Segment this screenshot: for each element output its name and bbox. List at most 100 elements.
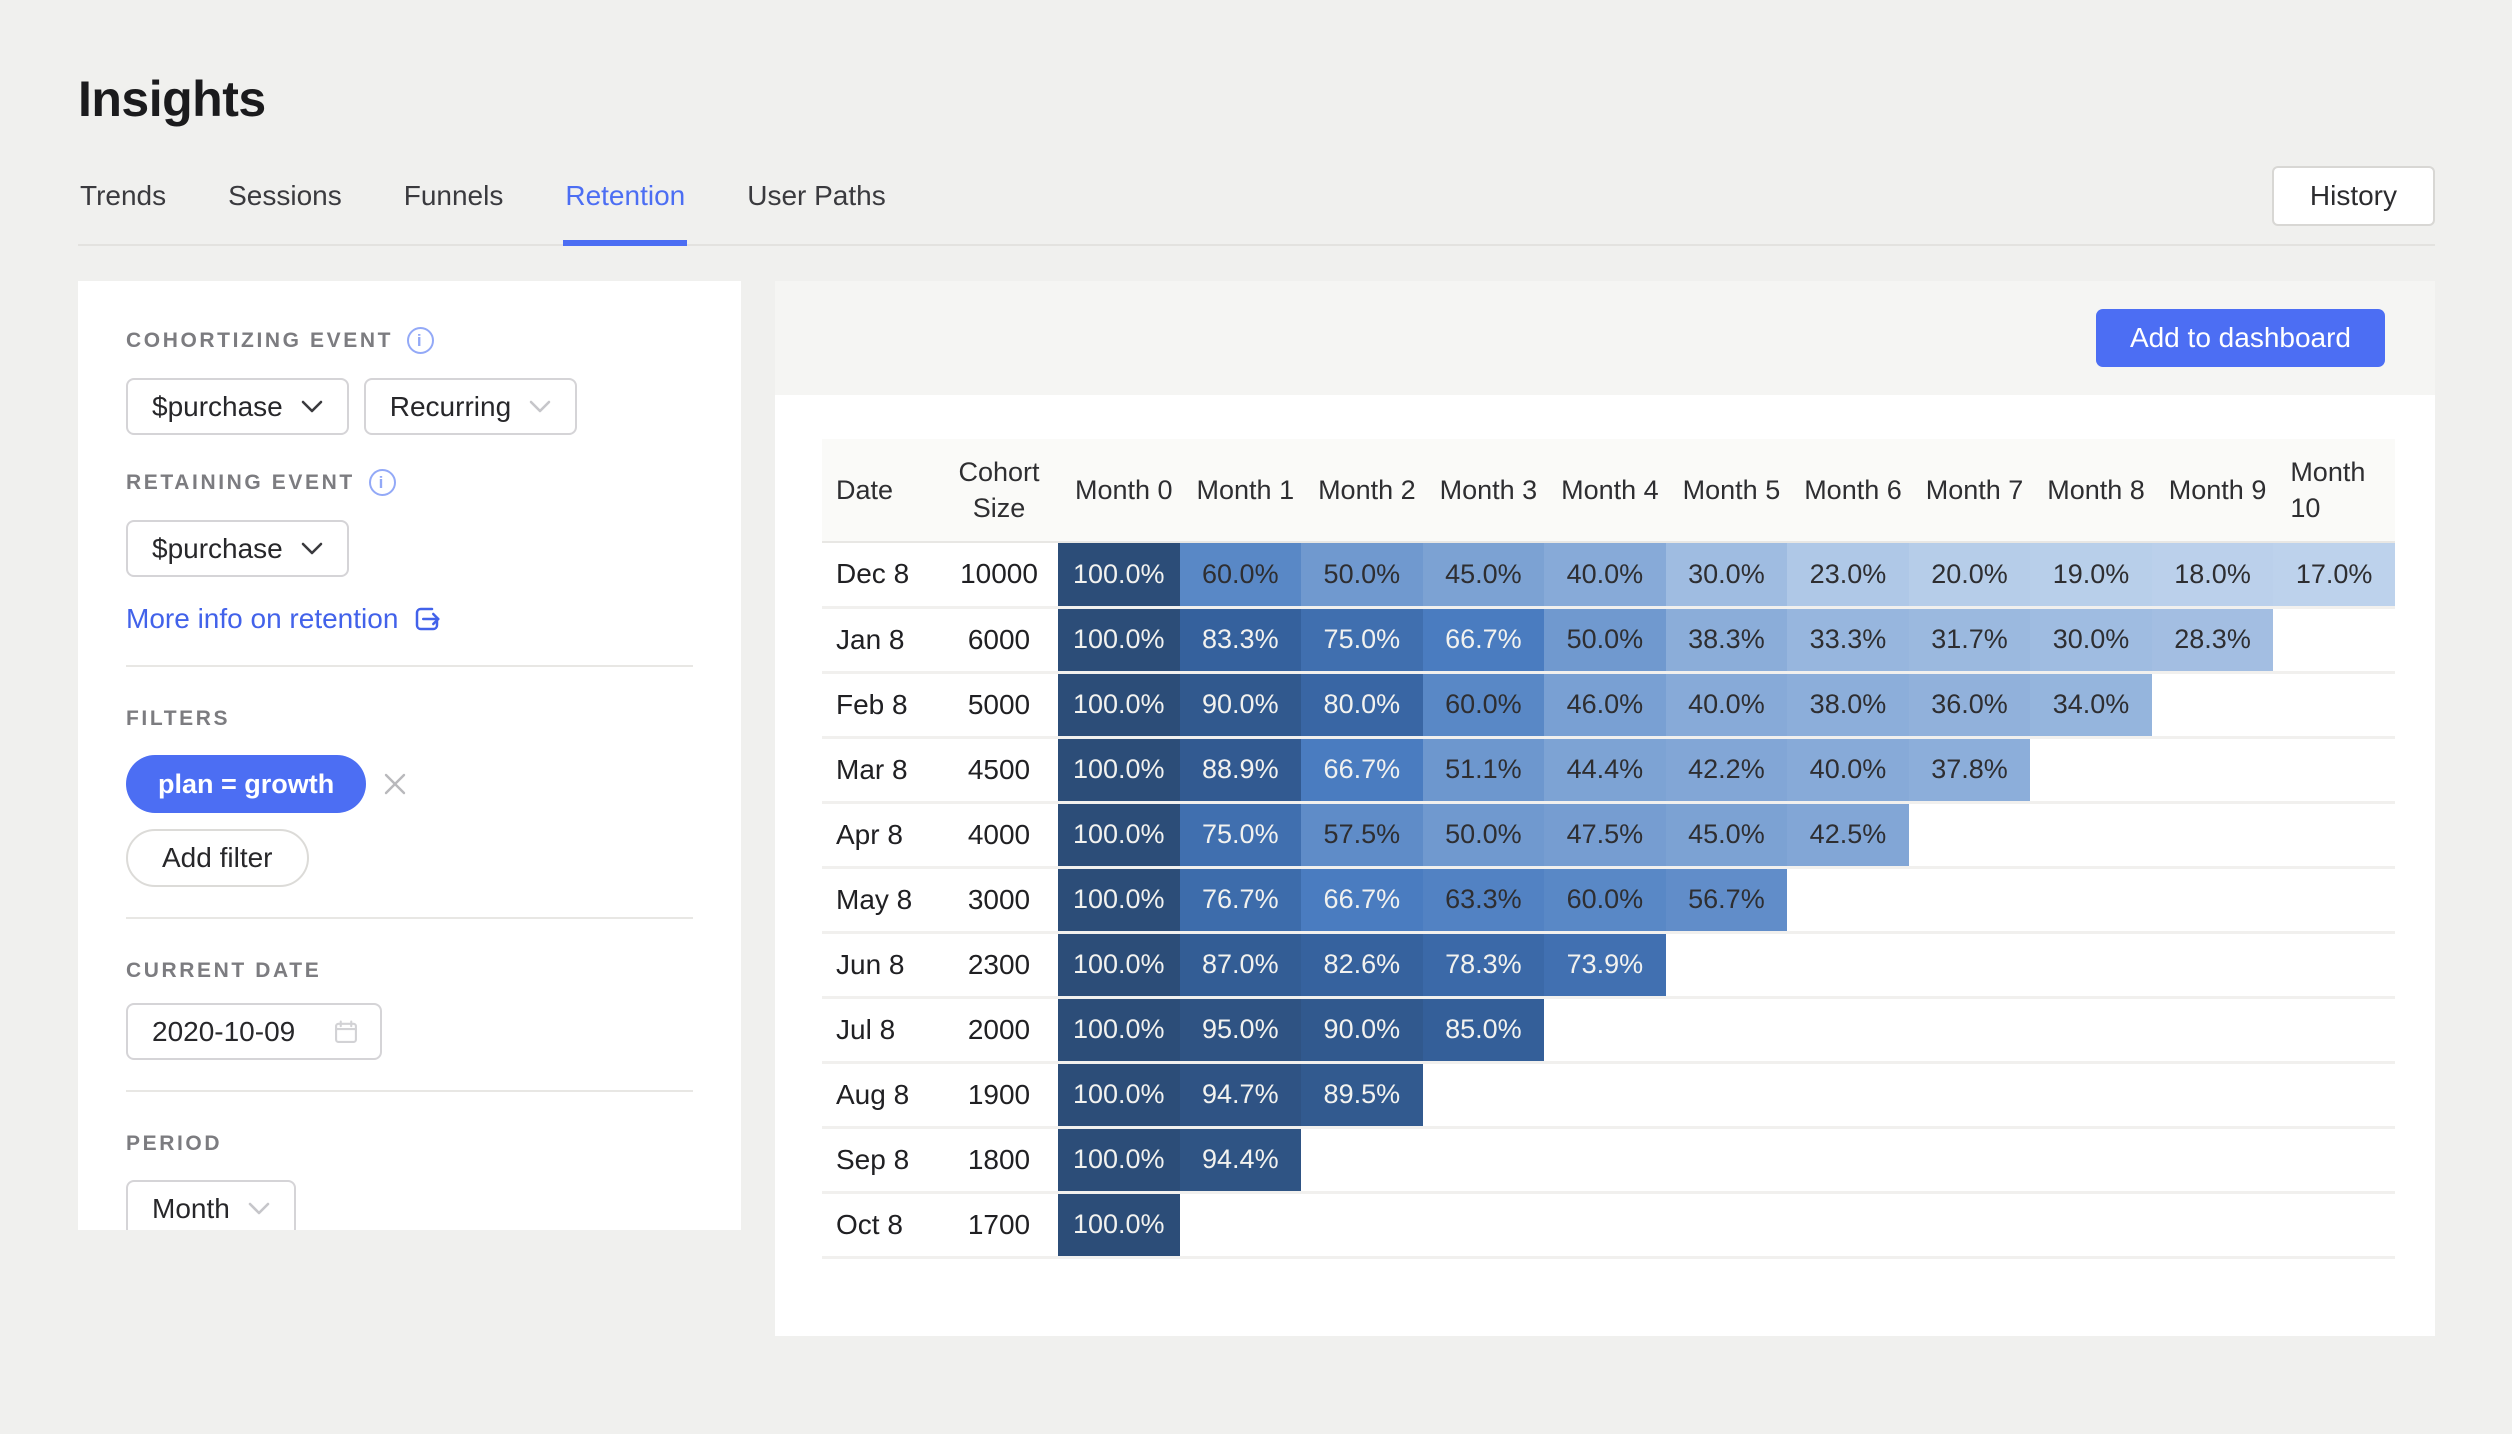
cohortizing-mode-select[interactable]: Recurring	[363, 378, 578, 435]
retention-table-body: Dec 8 10000 100.0% 60.0% 50.0% 45.0% 40.0% 30.0…	[822, 542, 2395, 1257]
empty-cell	[2152, 997, 2274, 1062]
retention-cell[interactable]: 23.0%	[1787, 542, 1909, 607]
retention-cell[interactable]: 100.0%	[1058, 672, 1180, 737]
retention-cell[interactable]: 60.0%	[1179, 542, 1302, 607]
retention-cell[interactable]: 75.0%	[1301, 607, 1423, 672]
empty-cell	[2030, 997, 2152, 1062]
retention-cell[interactable]: 50.0%	[1544, 607, 1666, 672]
cohortizing-event-select[interactable]: $purchase	[126, 378, 349, 435]
retention-cell[interactable]: 90.0%	[1179, 672, 1302, 737]
retention-cell[interactable]: 33.3%	[1787, 607, 1909, 672]
retention-cell[interactable]: 100.0%	[1058, 737, 1180, 802]
add-filter-button[interactable]: Add filter	[126, 829, 309, 887]
column-header-month-1: Month 1	[1179, 439, 1302, 543]
retention-cell[interactable]: 60.0%	[1544, 867, 1666, 932]
retention-cell[interactable]: 38.0%	[1787, 672, 1909, 737]
retention-cell[interactable]: 100.0%	[1058, 1192, 1180, 1257]
retention-cell[interactable]: 37.8%	[1908, 737, 2031, 802]
retention-cell[interactable]: 100.0%	[1058, 542, 1180, 607]
retention-table: Date Cohort Size Month 0 Month 1 Month 2 Mont…	[822, 439, 2395, 1259]
retention-cell[interactable]: 100.0%	[1058, 997, 1180, 1062]
retention-cell[interactable]: 85.0%	[1422, 997, 1545, 1062]
retention-cell[interactable]: 47.5%	[1544, 802, 1666, 867]
retention-cell[interactable]: 100.0%	[1058, 932, 1180, 997]
empty-cell	[1666, 1192, 1788, 1257]
retention-cell[interactable]: 42.2%	[1665, 737, 1788, 802]
current-date-input[interactable]: 2020-10-09	[126, 1003, 382, 1060]
empty-cell	[2273, 672, 2395, 737]
retention-cell[interactable]: 40.0%	[1787, 737, 1909, 802]
add-to-dashboard-button[interactable]: Add to dashboard	[2095, 309, 2385, 367]
retention-cell[interactable]: 28.3%	[2151, 607, 2274, 672]
retention-cell[interactable]: 30.0%	[2030, 607, 2152, 672]
info-icon[interactable]: i	[407, 327, 435, 354]
retention-cell[interactable]: 36.0%	[1908, 672, 2031, 737]
retention-cell[interactable]: 73.9%	[1544, 932, 1666, 997]
cohort-date: Feb 8	[836, 688, 908, 720]
retention-cell[interactable]: 66.7%	[1301, 737, 1423, 802]
tab-user-paths[interactable]: User Paths	[745, 158, 888, 244]
empty-cell	[2273, 607, 2395, 672]
retention-cell[interactable]: 17.0%	[2273, 542, 2395, 607]
retention-cell[interactable]: 75.0%	[1179, 802, 1302, 867]
retention-cell[interactable]: 38.3%	[1665, 607, 1788, 672]
retention-cell[interactable]: 51.1%	[1422, 737, 1545, 802]
retention-cell[interactable]: 83.3%	[1179, 607, 1302, 672]
retention-cell[interactable]: 18.0%	[2151, 542, 2274, 607]
more-info-link-text: More info on retention	[126, 603, 399, 634]
retention-cell[interactable]: 88.9%	[1179, 737, 1302, 802]
retention-cell[interactable]: 100.0%	[1058, 1062, 1180, 1127]
retention-cell[interactable]: 34.0%	[2030, 672, 2152, 737]
external-link-icon	[416, 607, 440, 631]
column-header-month-9: Month 9	[2151, 439, 2274, 543]
period-value: Month	[152, 1192, 230, 1224]
retention-cell[interactable]: 82.6%	[1301, 932, 1423, 997]
tab-retention[interactable]: Retention	[563, 158, 688, 246]
retention-cell[interactable]: 80.0%	[1301, 672, 1423, 737]
retention-cell[interactable]: 94.7%	[1179, 1062, 1302, 1127]
cohort-row: Jun 8 2300 100.0% 87.0% 82.6% 78.3% 73.9%	[822, 932, 2395, 997]
retention-cell[interactable]: 66.7%	[1301, 867, 1423, 932]
retention-cell[interactable]: 56.7%	[1665, 867, 1788, 932]
retention-cell[interactable]: 66.7%	[1422, 607, 1545, 672]
retention-cell[interactable]: 40.0%	[1665, 672, 1788, 737]
retention-cell[interactable]: 76.7%	[1179, 867, 1302, 932]
cohort-row: Oct 8 1700 100.0%	[822, 1192, 2395, 1257]
history-button[interactable]: History	[2271, 166, 2435, 226]
retention-cell[interactable]: 87.0%	[1179, 932, 1302, 997]
retention-cell[interactable]: 45.0%	[1422, 542, 1545, 607]
retention-cell[interactable]: 50.0%	[1301, 542, 1423, 607]
retention-cell[interactable]: 20.0%	[1908, 542, 2031, 607]
period-select[interactable]: Month	[126, 1180, 296, 1230]
info-icon[interactable]: i	[368, 469, 396, 496]
retaining-event-select[interactable]: $purchase	[126, 520, 349, 577]
empty-cell	[2030, 737, 2152, 802]
retention-cell[interactable]: 30.0%	[1665, 542, 1788, 607]
retention-cell[interactable]: 50.0%	[1422, 802, 1545, 867]
retention-cell[interactable]: 100.0%	[1058, 802, 1180, 867]
more-info-retention-link[interactable]: More info on retention	[126, 603, 442, 635]
retention-cell[interactable]: 46.0%	[1544, 672, 1666, 737]
retention-cell[interactable]: 95.0%	[1179, 997, 1302, 1062]
retention-cell[interactable]: 100.0%	[1058, 607, 1180, 672]
retention-cell[interactable]: 60.0%	[1422, 672, 1545, 737]
retention-cell[interactable]: 19.0%	[2030, 542, 2152, 607]
retention-cell[interactable]: 57.5%	[1301, 802, 1423, 867]
retention-cell[interactable]: 94.4%	[1179, 1127, 1302, 1192]
retention-cell[interactable]: 63.3%	[1422, 867, 1545, 932]
retention-cell[interactable]: 100.0%	[1058, 1127, 1180, 1192]
retention-cell[interactable]: 89.5%	[1301, 1062, 1423, 1127]
retention-cell[interactable]: 44.4%	[1544, 737, 1666, 802]
tab-funnels[interactable]: Funnels	[402, 158, 506, 244]
retention-cell[interactable]: 42.5%	[1787, 802, 1909, 867]
remove-filter-icon[interactable]	[382, 771, 408, 797]
retention-cell[interactable]: 45.0%	[1665, 802, 1788, 867]
retention-cell[interactable]: 31.7%	[1908, 607, 2031, 672]
tab-trends[interactable]: Trends	[78, 158, 168, 244]
retention-cell[interactable]: 100.0%	[1058, 867, 1180, 932]
retention-cell[interactable]: 78.3%	[1422, 932, 1545, 997]
retention-cell[interactable]: 90.0%	[1301, 997, 1423, 1062]
retention-cell[interactable]: 40.0%	[1544, 542, 1666, 607]
filter-chip[interactable]: plan = growth	[126, 755, 367, 813]
tab-sessions[interactable]: Sessions	[226, 158, 344, 244]
